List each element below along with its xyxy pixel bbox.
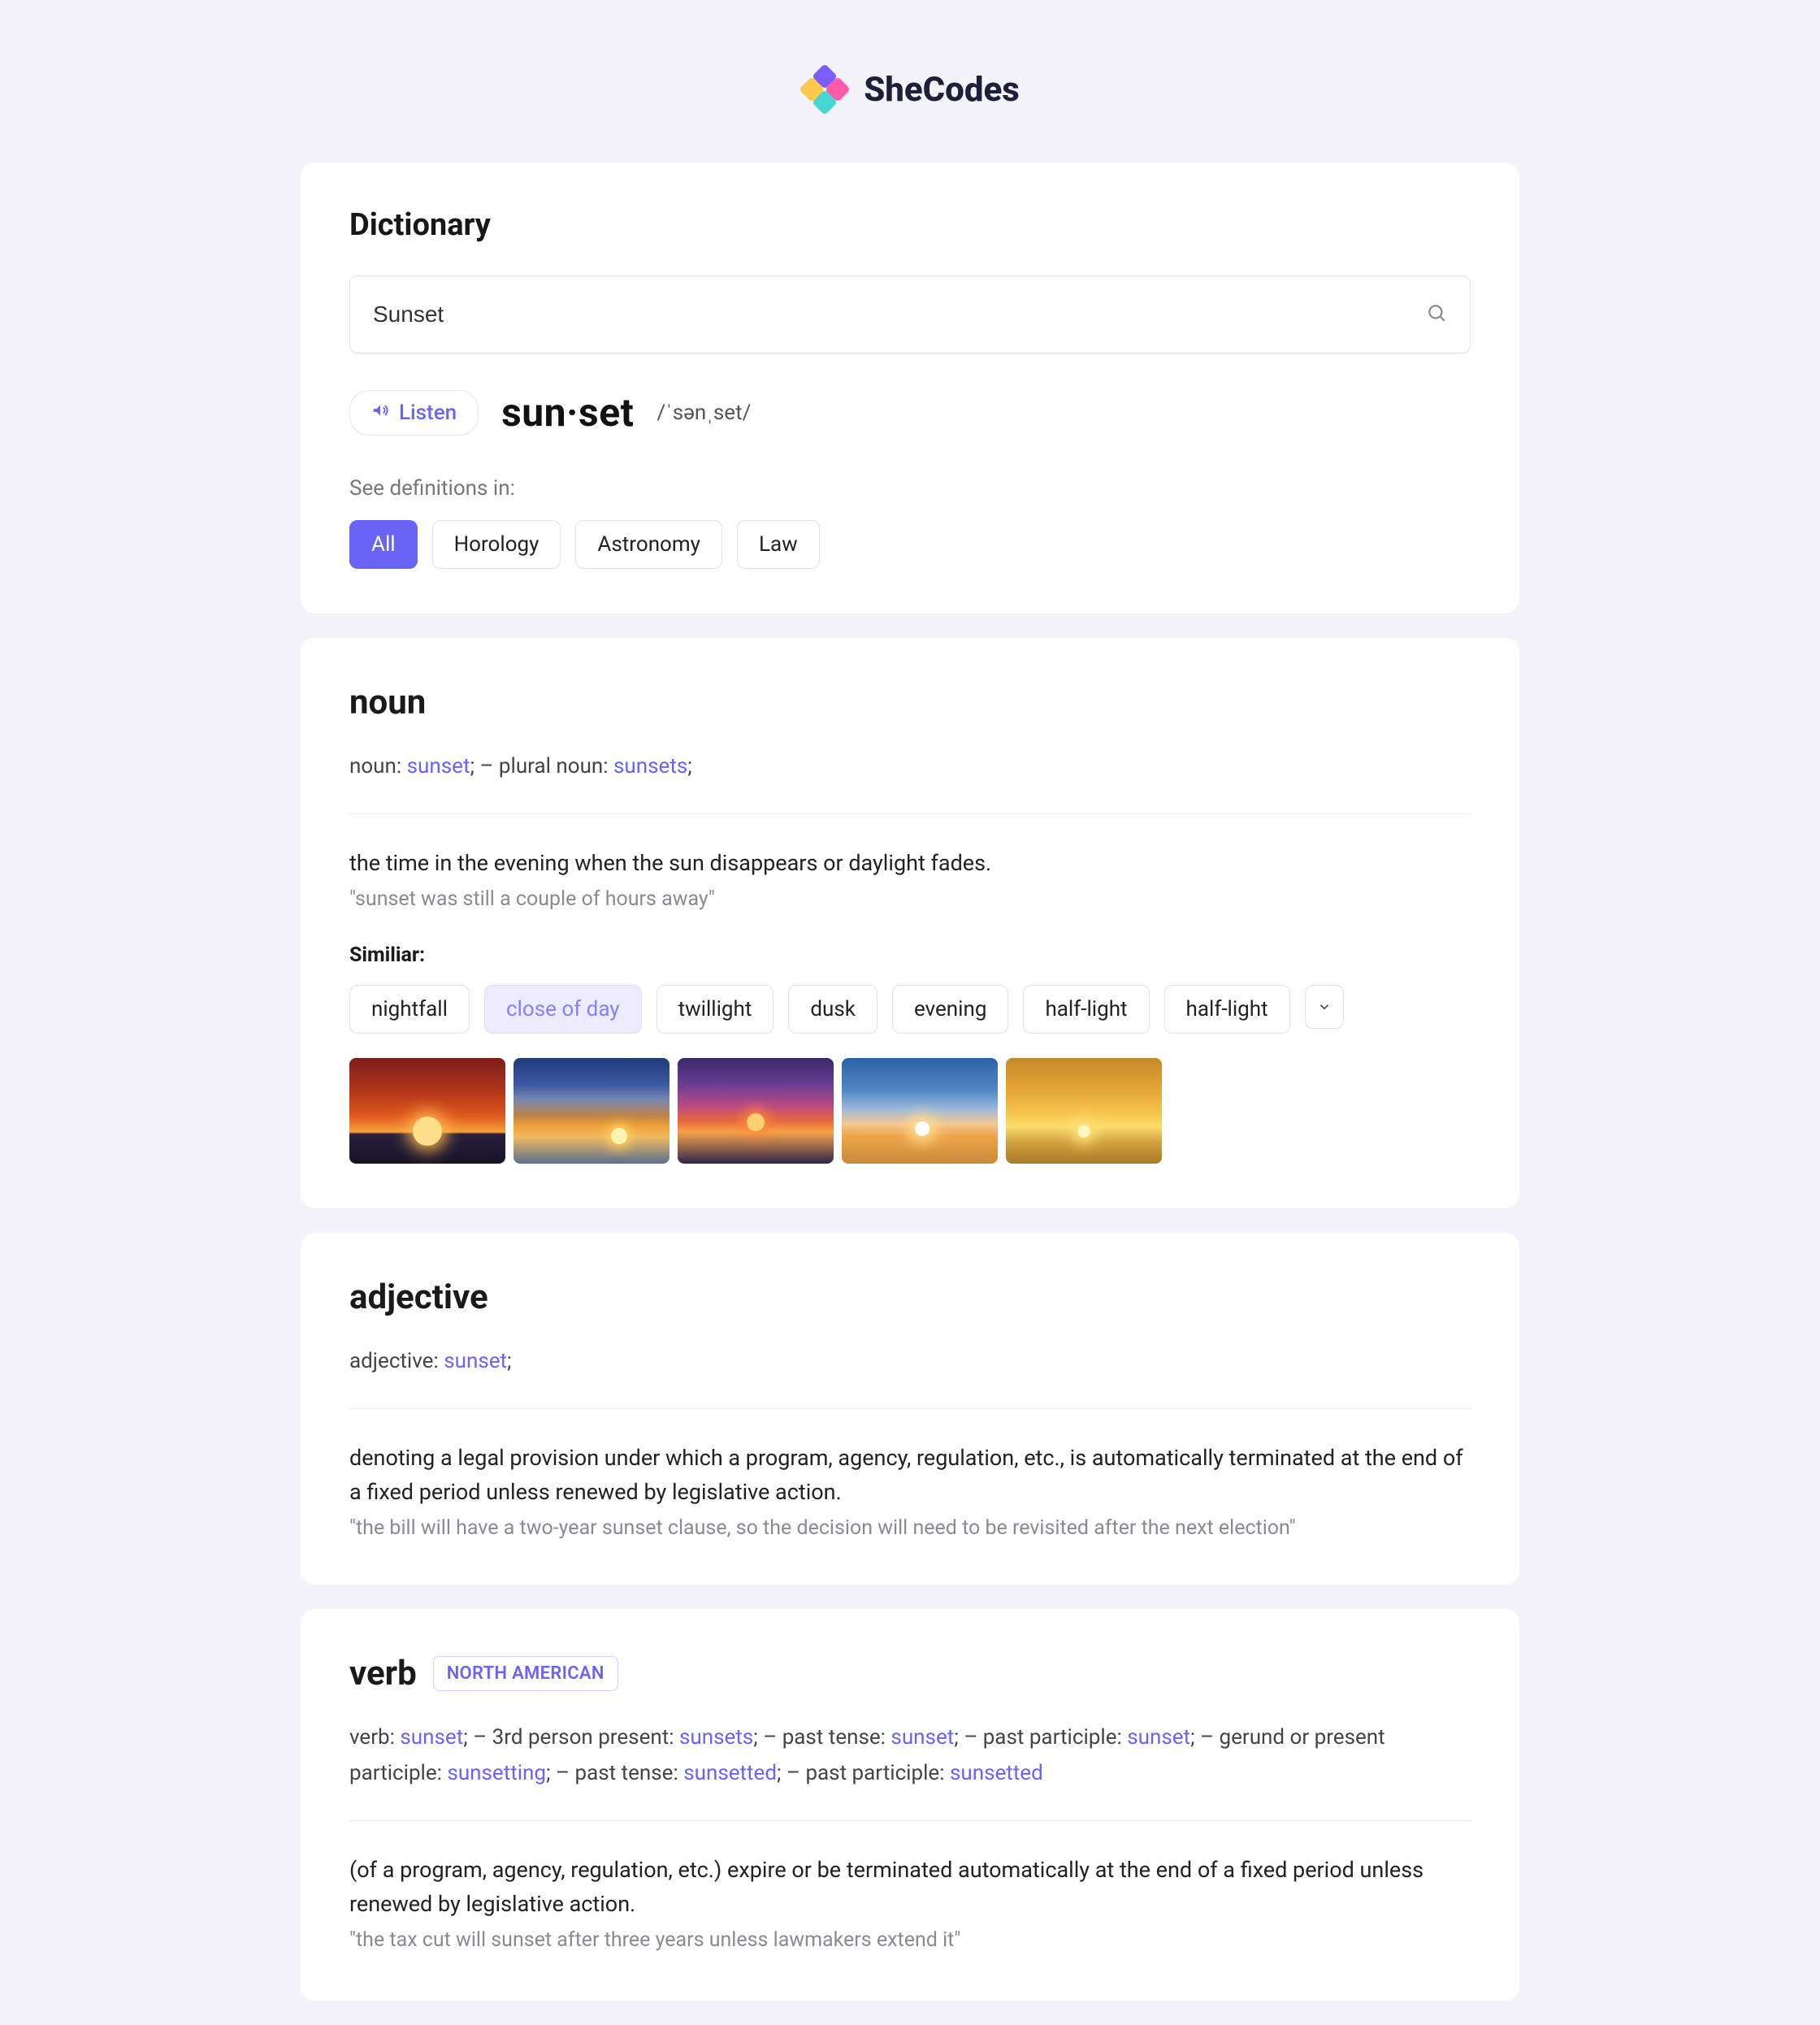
image-thumbnails — [349, 1058, 1471, 1164]
similar-chip[interactable]: half-light — [1164, 985, 1290, 1034]
definitions-in-label: See definitions in: — [349, 476, 1471, 501]
listen-button[interactable]: Listen — [349, 390, 479, 436]
noun-example: "sunset was still a couple of hours away… — [349, 887, 1471, 911]
sunset-image-5[interactable] — [1006, 1058, 1162, 1164]
noun-forms: noun: sunset; – plural noun: sunsets; — [349, 748, 1471, 784]
similar-chip[interactable]: nightfall — [349, 985, 470, 1034]
search-bar — [349, 275, 1471, 353]
noun-definition: the time in the evening when the sun dis… — [349, 847, 1471, 881]
similar-label: Similiar: — [349, 943, 1471, 967]
adjective-forms: adjective: sunset; — [349, 1343, 1471, 1379]
sunset-image-2[interactable] — [514, 1058, 670, 1164]
search-input[interactable] — [373, 301, 1426, 327]
shecodes-logo-icon — [800, 65, 849, 114]
adjective-title: adjective — [349, 1277, 1471, 1317]
similar-chip-row: nightfall close of day twillight dusk evenin… — [349, 985, 1471, 1034]
sunset-image-1[interactable] — [349, 1058, 505, 1164]
adjective-definition: denoting a legal provision under which a… — [349, 1442, 1471, 1510]
verb-example: "the tax cut will sunset after three yea… — [349, 1928, 1471, 1952]
verb-forms: verb: sunset; – 3rd person present: suns… — [349, 1719, 1471, 1791]
noun-title: noun — [349, 683, 1471, 722]
similar-chip[interactable]: half-light — [1023, 985, 1149, 1034]
adjective-card: adjective adjective: sunset; denoting a … — [301, 1233, 1519, 1585]
similar-chip[interactable]: dusk — [788, 985, 878, 1034]
brand-name: SheCodes — [864, 70, 1020, 110]
brand-header: SheCodes — [0, 65, 1820, 114]
category-chip-row: All Horology Astronomy Law — [349, 520, 1471, 569]
page-title: Dictionary — [349, 207, 1471, 243]
category-chip-law[interactable]: Law — [737, 520, 820, 569]
similar-chip[interactable]: twillight — [656, 985, 774, 1034]
verb-definition: (of a program, agency, regulation, etc.)… — [349, 1854, 1471, 1922]
region-badge: NORTH AMERICAN — [433, 1656, 618, 1691]
verb-title: verb — [349, 1654, 417, 1693]
verb-card: verb NORTH AMERICAN verb: sunset; – 3rd … — [301, 1609, 1519, 2001]
sunset-image-4[interactable] — [842, 1058, 998, 1164]
sunset-image-3[interactable] — [678, 1058, 834, 1164]
search-icon[interactable] — [1426, 302, 1447, 327]
expand-similar-button[interactable] — [1305, 985, 1344, 1029]
hyphenation: sun·set — [501, 389, 634, 436]
category-chip-horology[interactable]: Horology — [432, 520, 561, 569]
noun-card: noun noun: sunset; – plural noun: sunset… — [301, 638, 1519, 1208]
listen-label: Listen — [399, 401, 457, 425]
similar-chip[interactable]: close of day — [484, 985, 642, 1034]
search-card: Dictionary Listen sun·set /ˈsənˌs — [301, 163, 1519, 614]
similar-chip[interactable]: evening — [892, 985, 1008, 1034]
adjective-example: "the bill will have a two-year sunset cl… — [349, 1516, 1471, 1540]
chevron-down-icon — [1317, 999, 1332, 1014]
category-chip-astronomy[interactable]: Astronomy — [575, 520, 722, 569]
phonetic: /ˈsənˌset/ — [656, 400, 751, 425]
category-chip-all[interactable]: All — [349, 520, 418, 569]
speaker-icon — [371, 401, 389, 425]
